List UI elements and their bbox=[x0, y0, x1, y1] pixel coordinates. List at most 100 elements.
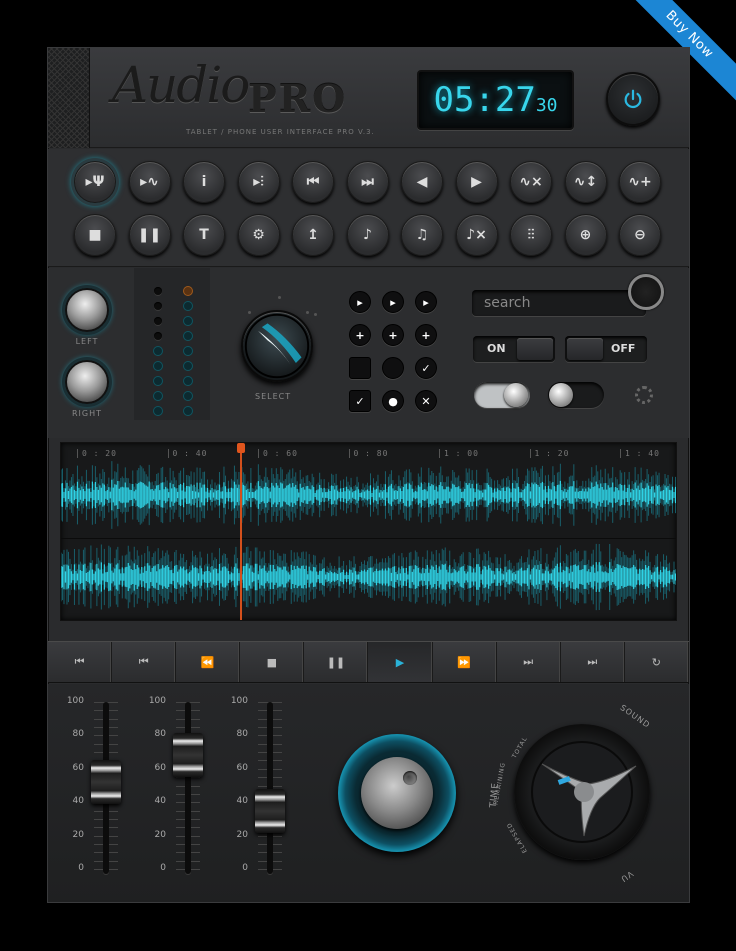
waveform-updown-button[interactable]: ∿↕ bbox=[564, 161, 607, 203]
info-button[interactable]: i bbox=[183, 161, 225, 203]
check-circle-icon: ✓ bbox=[421, 361, 431, 375]
radio-empty-button[interactable] bbox=[382, 357, 404, 379]
meter-led bbox=[154, 347, 162, 355]
waveform-track-right[interactable] bbox=[61, 541, 676, 613]
transport-repeat-button[interactable]: ↻ bbox=[625, 642, 689, 682]
switch-off[interactable] bbox=[548, 382, 604, 408]
close-circle-icon: ✕ bbox=[421, 394, 431, 408]
note-x-button[interactable]: ♪× bbox=[455, 214, 498, 256]
fader-track bbox=[185, 702, 191, 874]
fader-scale-label: 0 bbox=[160, 863, 166, 873]
skip-start-icon: ⏮ bbox=[74, 655, 85, 668]
left-knob-label: LEFT bbox=[75, 337, 99, 346]
timeline-tick bbox=[348, 449, 350, 458]
rewind-button[interactable]: ◀ bbox=[401, 161, 443, 203]
skip-back-button[interactable]: ⏮ bbox=[292, 161, 334, 203]
search-input[interactable]: search bbox=[472, 290, 646, 316]
switch-on-thumb[interactable] bbox=[504, 383, 528, 407]
zoom-out-button[interactable]: ⊖ bbox=[619, 214, 661, 256]
fader-scale-label: 40 bbox=[72, 796, 84, 807]
jog-wheel[interactable] bbox=[338, 734, 456, 852]
waveform-track-left[interactable] bbox=[61, 459, 676, 531]
plus-mini-button[interactable]: + bbox=[349, 324, 371, 346]
transport-next-track-button[interactable]: ⏭ bbox=[497, 642, 561, 682]
switch-off-thumb[interactable] bbox=[549, 383, 573, 407]
toggle-on-thumb[interactable] bbox=[517, 338, 553, 360]
switch-on[interactable] bbox=[474, 382, 530, 408]
timeline-tick-label: 1 : 40 bbox=[625, 449, 660, 458]
transport-prev-track-button[interactable]: ⏮ bbox=[112, 642, 177, 682]
play-button[interactable]: ▶ bbox=[455, 161, 498, 203]
power-button[interactable] bbox=[606, 72, 660, 126]
time-display: 05:2730 bbox=[417, 70, 574, 130]
meter-led bbox=[184, 317, 192, 325]
jog-wheel-knob[interactable] bbox=[361, 757, 433, 829]
transport-play-button[interactable]: ▶ bbox=[368, 642, 433, 682]
right-knob[interactable] bbox=[65, 360, 109, 404]
music-note-button[interactable]: ♪ bbox=[346, 214, 389, 256]
transport-pause-button[interactable]: ❚❚ bbox=[304, 642, 369, 682]
plus-mini-button[interactable]: + bbox=[415, 324, 437, 346]
zoom-in-button[interactable]: ⊕ bbox=[564, 214, 607, 256]
transport-skip-start-button[interactable]: ⏮ bbox=[48, 642, 113, 682]
fader-handle[interactable] bbox=[255, 788, 285, 833]
radio-selected-icon: ● bbox=[388, 394, 398, 408]
waveform-play-button[interactable]: ▸∿ bbox=[128, 161, 171, 203]
fader-handle[interactable] bbox=[91, 760, 121, 805]
fader-scale-label: 40 bbox=[154, 796, 166, 807]
audio-pro-device: Audio PRO TABLET / PHONE USER INTERFACE … bbox=[47, 47, 690, 903]
gear-icon: ⚙ bbox=[252, 227, 265, 243]
search-icon[interactable] bbox=[628, 274, 664, 310]
gear-button[interactable]: ⚙ bbox=[237, 214, 280, 256]
play-levels-button[interactable]: ▸⫶ bbox=[237, 161, 280, 203]
play-mini-button[interactable]: ▸ bbox=[382, 291, 404, 313]
mic-stand-button[interactable]: ▸Ψ bbox=[74, 161, 116, 203]
transport-skip-end-button[interactable]: ⏭ bbox=[561, 642, 625, 682]
stop-button[interactable]: ■ bbox=[74, 214, 116, 256]
note-bar-button[interactable]: ♫ bbox=[401, 214, 443, 256]
meter-led bbox=[184, 287, 192, 295]
upload-button[interactable]: ↥ bbox=[292, 214, 334, 256]
close-circle-button[interactable]: ✕ bbox=[415, 390, 437, 412]
next-track-icon: ⏭ bbox=[523, 655, 534, 668]
left-knob[interactable] bbox=[65, 288, 109, 332]
checkbox-checked-button[interactable]: ✓ bbox=[349, 390, 371, 412]
fader-2: 100 80 60 40 20 0 bbox=[140, 696, 210, 880]
fader-handle[interactable] bbox=[173, 733, 203, 778]
play-mini-button[interactable]: ▸ bbox=[349, 291, 371, 313]
checkbox-empty-button[interactable] bbox=[349, 357, 371, 379]
fast-forward-icon: ⏩ bbox=[457, 655, 471, 669]
transport-fast-forward-button[interactable]: ⏩ bbox=[433, 642, 497, 682]
pause-button[interactable]: ❚❚ bbox=[128, 214, 171, 256]
skip-back-icon: ⏮ bbox=[306, 174, 320, 190]
header: Audio PRO TABLET / PHONE USER INTERFACE … bbox=[48, 48, 689, 148]
play-mini-button[interactable]: ▸ bbox=[415, 291, 437, 313]
waveform-plus-button[interactable]: ∿+ bbox=[619, 161, 661, 203]
zoom-in-icon: ⊕ bbox=[579, 227, 592, 243]
rewind-icon: ⏪ bbox=[200, 655, 215, 669]
function-buttons: ▸Ψ ▸∿ i ▸⫶ ⏮ ⏭ ◀ ▶ ∿× ∿↕ ∿+ ■ ❚❚ T ⚙ ↥ ♪ ♫ ♪× ⫶⫶ ⊕ ⊖ bbox=[48, 149, 689, 267]
skip-forward-button[interactable]: ⏭ bbox=[346, 161, 389, 203]
toggle-on[interactable]: ON bbox=[473, 336, 555, 362]
fader-3: 100 80 60 40 20 0 bbox=[222, 696, 292, 880]
equalizer-button[interactable]: ⫶⫶ bbox=[510, 214, 552, 256]
mic-stand-icon: ▸Ψ bbox=[85, 174, 105, 190]
waveform-x-button[interactable]: ∿× bbox=[510, 161, 552, 203]
control-panel: LEFT RIGHT SELECT ▸ ▸ ▸ + + + ✓ ✓ ● ✕ search ON bbox=[48, 268, 689, 438]
mode-dial[interactable] bbox=[514, 724, 650, 860]
toggle-off-label: OFF bbox=[611, 342, 636, 355]
radio-selected-button[interactable]: ● bbox=[382, 390, 404, 412]
waveform-view[interactable]: 0 : 20 0 : 40 0 : 60 0 : 80 1 : 00 1 : 20 1 : … bbox=[60, 442, 677, 621]
toggle-off[interactable]: OFF bbox=[565, 336, 647, 362]
text-button[interactable]: T bbox=[183, 214, 225, 256]
waveform-plus-icon: ∿+ bbox=[628, 174, 652, 190]
transport-rewind-button[interactable]: ⏪ bbox=[176, 642, 241, 682]
timeline-tick bbox=[529, 449, 531, 458]
check-circle-button[interactable]: ✓ bbox=[415, 357, 437, 379]
plus-mini-button[interactable]: + bbox=[382, 324, 404, 346]
select-knob[interactable] bbox=[241, 310, 313, 382]
toggle-off-thumb[interactable] bbox=[567, 338, 603, 360]
playhead[interactable] bbox=[237, 443, 245, 620]
skip-forward-icon: ⏭ bbox=[361, 174, 374, 190]
transport-stop-button[interactable]: ■ bbox=[240, 642, 305, 682]
